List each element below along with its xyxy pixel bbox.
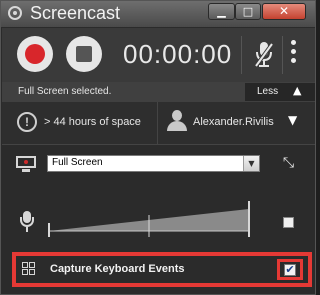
user-name[interactable]: Alexander.Rivilis — [193, 116, 274, 128]
dropdown-arrow-icon[interactable]: ▼ — [243, 156, 259, 171]
chevron-up-icon: ▲ — [293, 84, 302, 97]
capture-area-value: Full Screen — [52, 157, 103, 168]
stop-button[interactable] — [66, 36, 102, 72]
app-logo-icon — [8, 6, 22, 20]
space-remaining-text: > 44 hours of space — [44, 116, 141, 128]
status-bar: Full Screen selected. Less ▲ — [2, 82, 315, 102]
less-label: Less — [257, 86, 279, 97]
monitor-icon — [16, 156, 36, 172]
audio-volume-slider[interactable] — [47, 193, 252, 239]
recorder-toolbar: 00:00:00 — [2, 28, 315, 82]
minimize-button[interactable]: ▁ — [208, 3, 235, 20]
maximize-button[interactable]: □ — [235, 3, 261, 20]
recording-timer: 00:00:00 — [123, 39, 233, 69]
capture-area-select[interactable]: Full Screen ▼ — [47, 155, 260, 172]
record-button[interactable] — [17, 36, 53, 72]
stop-icon — [76, 46, 92, 62]
capture-keyboard-label: Capture Keyboard Events — [50, 263, 185, 275]
toolbar-divider — [241, 36, 242, 74]
warning-icon: ! — [17, 112, 37, 132]
window-title: Screencast — [30, 3, 121, 23]
capture-keyboard-row: Capture Keyboard Events ✔ — [12, 252, 312, 287]
status-text: Full Screen selected. — [18, 86, 112, 97]
expand-icon[interactable]: ⤡ — [281, 156, 296, 171]
more-options-icon[interactable] — [290, 40, 298, 67]
title-bar[interactable]: Screencast ▁ □ ✕ — [1, 1, 315, 27]
keyboard-icon — [22, 262, 38, 278]
capture-keyboard-checkbox-highlight: ✔ — [277, 259, 303, 280]
screencast-window: Screencast ▁ □ ✕ 00:00:00 Full Screen se… — [0, 0, 316, 295]
record-icon — [25, 44, 45, 64]
user-icon — [166, 110, 188, 132]
user-menu-chevron-icon[interactable]: ▼ — [288, 113, 297, 127]
less-button[interactable]: Less ▲ — [245, 83, 315, 101]
audio-checkbox[interactable] — [283, 217, 294, 228]
microphone-icon — [20, 211, 34, 233]
microphone-muted-icon[interactable] — [253, 41, 275, 69]
capture-keyboard-checkbox[interactable]: ✔ — [284, 264, 296, 276]
info-divider — [157, 102, 158, 144]
toolbar-divider — [282, 36, 283, 74]
close-button[interactable]: ✕ — [262, 3, 306, 20]
info-row: ! > 44 hours of space Alexander.Rivilis … — [2, 102, 315, 145]
